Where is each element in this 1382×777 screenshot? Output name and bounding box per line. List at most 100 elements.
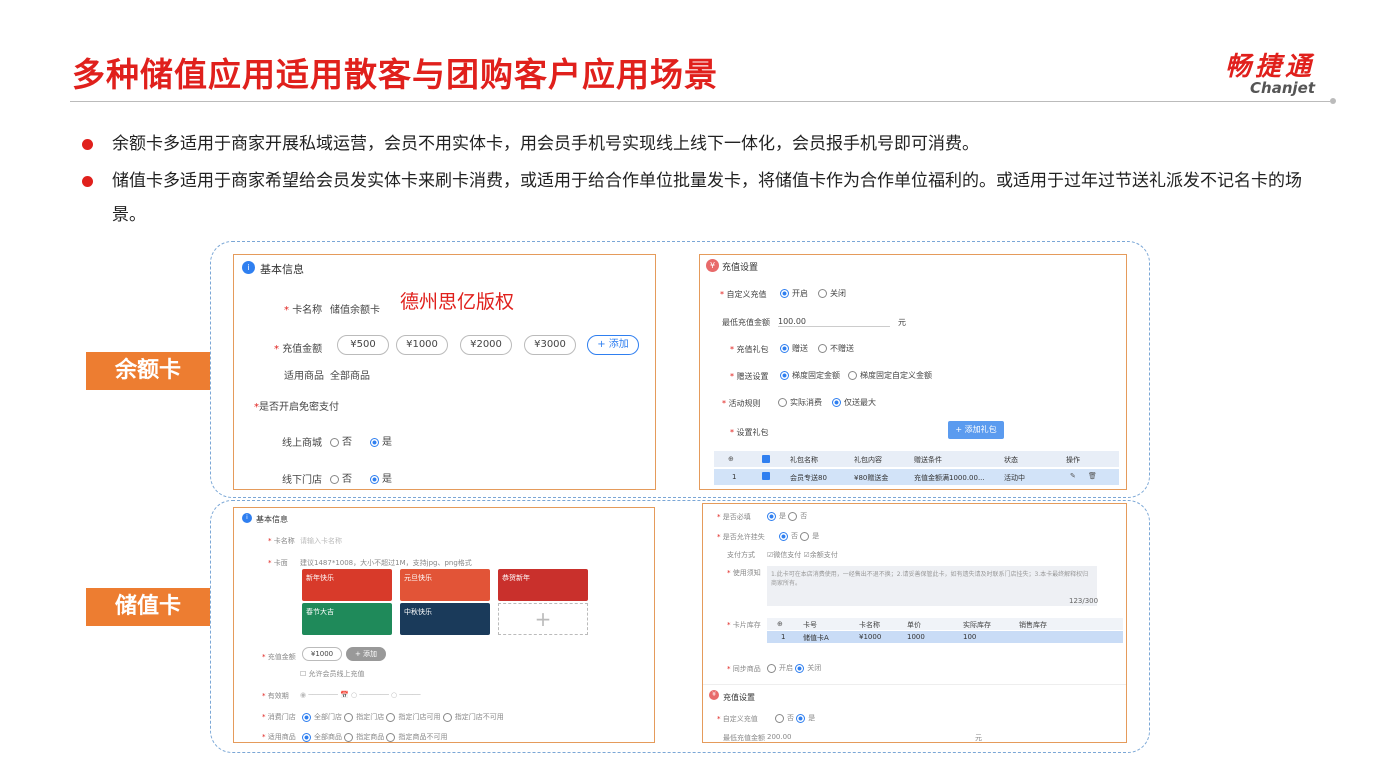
usage-options[interactable]: 全部门店 指定门店 指定门店可用 指定门店不可用 — [302, 712, 504, 722]
custom-recharge-label: 自定义充值 — [726, 290, 767, 299]
bullet-text-1: 余额卡多适用于商家开展私域运营，会员不用实体卡，用会员手机号实现线上线下一体化，… — [112, 134, 979, 154]
gift-give-radio[interactable]: 赠送 — [780, 343, 808, 354]
delete-icon[interactable]: 🗑 — [1088, 472, 1097, 480]
pack-table-header: ⊕ 礼包名称 礼包内容 赠送条件 状态 操作 — [714, 451, 1119, 467]
stock-table-header: ⊕ 卡号 卡名称 单价 实际库存 销售库存 — [767, 618, 1123, 630]
divider-dot — [1330, 98, 1336, 104]
name-label: 卡名称 — [273, 537, 295, 545]
gift-label: 充值礼包 — [736, 345, 769, 354]
activity-label: 活动规则 — [728, 399, 761, 408]
col-pack-condition: 赠送条件 — [914, 456, 942, 464]
min-amount-input[interactable]: 100.00 — [778, 317, 890, 327]
balance-recharge-panel: ¥ 充值设置 * 自定义充值 开启 关闭 最低充值金额 100.00 元 * 充… — [699, 254, 1127, 490]
card-face-3[interactable]: 恭贺新年 — [498, 569, 588, 601]
pack-label: 设置礼包 — [736, 428, 769, 437]
panel-header: 基本信息 — [260, 263, 304, 276]
activity-actual-radio[interactable]: 实际消费 — [778, 397, 822, 408]
pay-method-options[interactable]: ☑微信支付 ☑余额支付 — [767, 550, 838, 560]
amount-pill-3000[interactable]: ¥3000 — [524, 335, 576, 355]
logo-cn: 畅捷通 — [1224, 52, 1315, 82]
amount-pill-2000[interactable]: ¥2000 — [460, 335, 512, 355]
panel-header: 基本信息 — [256, 515, 288, 524]
chanjet-logo: 畅捷通 Chanjet — [1180, 46, 1315, 97]
bullet-dot-1 — [82, 139, 93, 150]
table-row[interactable]: 1 会员专送80 ¥80赠送金 充值金额满1000.00... 活动中 ✎ 🗑 — [714, 469, 1119, 485]
pay-method-label: 支付方式 — [727, 551, 755, 559]
loss-radios[interactable]: 否 是 — [779, 531, 819, 541]
note-count: 123/300 — [1069, 597, 1099, 605]
face-label: 卡面 — [273, 559, 288, 567]
amount-label: 充值金额 — [282, 344, 323, 355]
usage-label: 消费门店 — [267, 713, 296, 721]
pwd-free-label: 是否开启免密支付 — [259, 402, 339, 413]
note-textarea[interactable]: 1.此卡可在本店消费使用，一经售出不退不换；2.请妥善保管此卡，如有遗失请及时联… — [767, 566, 1097, 606]
custom-recharge-radios[interactable]: 否 是 — [775, 713, 815, 723]
col-pack-content: 礼包内容 — [854, 456, 882, 464]
loss-label: 是否允许挂失 — [722, 533, 765, 541]
page-title: 多种储值应用适用散客与团购客户应用场景 — [72, 55, 718, 94]
online-yes-radio[interactable]: 是 — [370, 433, 392, 448]
bullet-dot-2 — [82, 176, 93, 187]
min-amount-label: 最低充值金额 — [722, 318, 770, 327]
edit-icon[interactable]: ✎ — [1070, 472, 1076, 480]
card-face-4[interactable]: 春节大吉 — [302, 603, 392, 635]
add-card-face-button[interactable]: + — [498, 603, 588, 635]
info-icon: i — [242, 261, 255, 274]
valid-label: 有效期 — [267, 692, 289, 700]
card-face-2[interactable]: 元旦快乐 — [400, 569, 490, 601]
note-label: 使用须知 — [732, 569, 761, 577]
pay-required-radios[interactable]: 是 否 — [767, 511, 807, 521]
min-amount-unit: 元 — [898, 318, 906, 327]
activity-max-radio[interactable]: 仅送最大 — [832, 397, 876, 408]
online-no-radio[interactable]: 否 — [330, 433, 352, 448]
add-pack-button[interactable]: + 添加礼包 — [948, 421, 1004, 439]
sale-options[interactable]: 全部商品 指定商品 指定商品不可用 — [302, 732, 447, 742]
custom-recharge-label: 自定义充值 — [722, 715, 758, 723]
stock-label: 卡片库存 — [732, 621, 761, 629]
title-divider — [70, 101, 1330, 102]
rule-fixed-radio[interactable]: 梯度固定金额 — [780, 370, 840, 381]
row-checkbox[interactable] — [762, 472, 770, 480]
stored-amount-label: 充值金额 — [267, 653, 296, 661]
stored-amount-pill[interactable]: ¥1000 — [302, 647, 342, 661]
amount-pill-1000[interactable]: ¥1000 — [396, 335, 448, 355]
rule-custom-radio[interactable]: 梯度固定自定义金额 — [848, 370, 932, 381]
offline-no-radio[interactable]: 否 — [330, 470, 352, 485]
balance-basic-info-panel: i 基本信息 德州思亿版权 * 卡名称 储值余额卡 * 充值金额 ¥500 ¥1… — [233, 254, 656, 490]
goods-value: 全部商品 — [330, 371, 370, 382]
bullet-text-2: 储值卡多适用于商家希望给会员发实体卡来刷卡消费，或适用于给合作单位批量发卡，将储… — [112, 171, 1302, 225]
card-face-5[interactable]: 中秋快乐 — [400, 603, 490, 635]
online-label: 线上商城 — [282, 438, 322, 449]
recharge-header: 充值设置 — [723, 693, 755, 702]
stored-add-amount[interactable]: + 添加 — [346, 647, 386, 661]
offline-label: 线下门店 — [282, 475, 322, 486]
card-name-value[interactable]: 储值余额卡 — [330, 301, 380, 316]
sale-label: 适用商品 — [267, 733, 296, 741]
custom-close-radio[interactable]: 关闭 — [818, 288, 846, 299]
goods-label: 适用商品 — [284, 371, 324, 382]
amount-pill-500[interactable]: ¥500 — [337, 335, 389, 355]
select-all-checkbox[interactable] — [762, 455, 770, 463]
recharge-icon: ¥ — [706, 259, 719, 272]
offline-yes-radio[interactable]: 是 — [370, 470, 392, 485]
table-row[interactable]: 1 储值卡A ¥1000 1000 100 — [767, 631, 1123, 643]
custom-open-radio[interactable]: 开启 — [780, 288, 808, 299]
min-recharge-input[interactable]: 200.00 — [767, 733, 792, 741]
gift-not-give-radio[interactable]: 不赠送 — [818, 343, 854, 354]
info-icon: i — [242, 513, 252, 523]
stored-settings-panel: * 是否必填 是 否 * 是否允许挂失 否 是 支付方式 ☑微信支付 ☑余额支付… — [702, 503, 1127, 743]
watermark: 德州思亿版权 — [400, 291, 515, 313]
sync-label: 同步商品 — [732, 665, 761, 673]
allow-online-checkbox[interactable]: ☐ 允许会员线上充值 — [300, 669, 365, 679]
panel-header: 充值设置 — [722, 263, 759, 273]
rule-label: 赠送设置 — [736, 372, 769, 381]
sync-radios[interactable]: 开启 关闭 — [767, 663, 821, 673]
recharge-icon: ¥ — [709, 690, 719, 700]
valid-date-picker[interactable]: ◉ ─────── 📅 ○ ─────── ○ ───── — [300, 691, 420, 699]
col-pack-name: 礼包名称 — [790, 456, 818, 464]
name-input[interactable]: 请输入卡名称 — [300, 536, 342, 546]
balance-card-tag: 余额卡 — [86, 352, 210, 390]
add-amount-button[interactable]: + 添加 — [587, 335, 639, 355]
pay-required-label: 是否必填 — [722, 513, 751, 521]
card-face-1[interactable]: 新年快乐 — [302, 569, 392, 601]
